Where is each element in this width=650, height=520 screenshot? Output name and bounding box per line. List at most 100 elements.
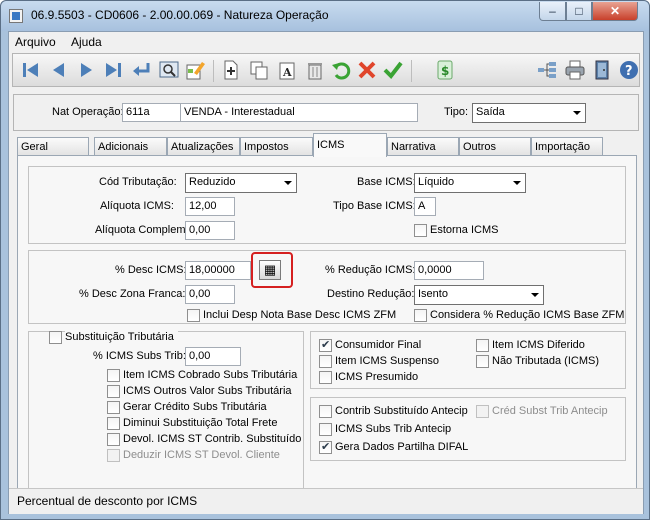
desc-zona-franca-field[interactable]: 0,00: [185, 285, 235, 304]
hierarchy-icon[interactable]: [535, 58, 559, 82]
estorna-icms-label: Estorna ICMS: [430, 224, 499, 236]
dollar-icon[interactable]: $: [433, 58, 457, 82]
zoom-icon[interactable]: [157, 58, 181, 82]
svg-text:$: $: [441, 64, 449, 78]
option-checkbox[interactable]: [319, 371, 332, 384]
cancel-icon[interactable]: [355, 58, 379, 82]
desc-icms-field[interactable]: 18,00000: [185, 261, 251, 280]
tab-importacao[interactable]: Importação: [531, 137, 603, 155]
option-label: Não Tributada (ICMS): [492, 355, 599, 367]
option-checkbox[interactable]: [319, 405, 332, 418]
nat-operacao-label: Nat Operação:: [52, 106, 124, 118]
option-checkbox[interactable]: [319, 355, 332, 368]
base-icms-label: Base ICMS:: [357, 176, 416, 188]
option-label: Gera Dados Partilha DIFAL: [335, 441, 469, 453]
option-checkbox[interactable]: [107, 385, 120, 398]
tab-adicionais[interactable]: Adicionais: [94, 137, 167, 155]
next-record-icon[interactable]: [74, 58, 98, 82]
cod-tributacao-label: Cód Tributação:: [99, 176, 177, 188]
option-checkbox[interactable]: [476, 339, 489, 352]
option-checkbox[interactable]: [107, 449, 120, 462]
first-record-icon[interactable]: [19, 58, 43, 82]
menu-arquivo[interactable]: Arquivo: [15, 35, 56, 49]
printer-icon[interactable]: [563, 58, 587, 82]
nat-operacao-desc-field[interactable]: VENDA - Interestadual: [180, 103, 418, 122]
menu-ajuda[interactable]: Ajuda: [71, 35, 102, 49]
text-format-icon[interactable]: A: [275, 58, 299, 82]
reducao-icms-label: % Redução ICMS:: [325, 264, 416, 276]
considera-reducao-checkbox[interactable]: [414, 309, 427, 322]
substituicao-tributaria-checkbox[interactable]: [49, 331, 62, 344]
status-text: Percentual de desconto por ICMS: [17, 494, 198, 508]
inclui-desp-checkbox[interactable]: [187, 309, 200, 322]
option-checkbox[interactable]: [319, 423, 332, 436]
option-label: ICMS Subs Trib Antecip: [335, 423, 452, 435]
confirm-icon[interactable]: [381, 58, 405, 82]
option-checkbox[interactable]: [107, 433, 120, 446]
option-checkbox[interactable]: [319, 338, 332, 352]
option-checkbox[interactable]: [107, 401, 120, 414]
cred-subst-label: Créd Subst Trib Antecip: [492, 405, 608, 417]
option-label: Contrib Substituído Antecip: [335, 405, 468, 417]
client-area: Arquivo Ajuda A $ ? Nat Operação: 611a V…: [8, 31, 644, 514]
svg-text:A: A: [282, 66, 292, 79]
substituicao-tributaria-label: Substituição Tributária: [65, 331, 178, 343]
chevron-down-icon: [284, 181, 292, 185]
new-document-icon[interactable]: [219, 58, 243, 82]
exit-door-icon[interactable]: [591, 58, 615, 82]
enter-icon[interactable]: [129, 58, 153, 82]
previous-record-icon[interactable]: [47, 58, 71, 82]
tab-atualizacoes[interactable]: Atualizações: [167, 137, 240, 155]
nat-operacao-code-field[interactable]: 611a: [122, 103, 182, 122]
tab-outros[interactable]: Outros: [459, 137, 531, 155]
inclui-desp-label: Inclui Desp Nota Base Desc ICMS ZFM: [203, 309, 397, 321]
cred-subst-checkbox[interactable]: [476, 405, 489, 418]
option-checkbox[interactable]: [476, 355, 489, 368]
chevron-down-icon: [573, 111, 581, 115]
reducao-icms-field[interactable]: 0,0000: [414, 261, 484, 280]
copy-icon[interactable]: [247, 58, 271, 82]
option-label: Diminui Substituição Total Frete: [123, 417, 278, 429]
trash-icon[interactable]: [303, 58, 327, 82]
option-checkbox[interactable]: [107, 417, 120, 430]
icms-tab-panel: Cód Tributação: Reduzido Alíquota ICMS: …: [17, 155, 637, 493]
icms-subs-trib-field[interactable]: 0,00: [185, 347, 241, 366]
option-checkbox[interactable]: [319, 440, 332, 454]
close-button[interactable]: ✕: [592, 2, 638, 21]
tipo-base-icms-field[interactable]: A: [414, 197, 436, 216]
desc-zona-franca-label: % Desc Zona Franca:: [79, 288, 186, 300]
tab-geral[interactable]: Geral: [17, 137, 89, 155]
cod-tributacao-select[interactable]: Reduzido: [185, 173, 297, 193]
considera-reducao-label: Considera % Redução ICMS Base ZFM: [430, 309, 625, 321]
edit-icon[interactable]: [183, 58, 207, 82]
destino-reducao-select[interactable]: Isento: [414, 285, 544, 305]
option-checkbox[interactable]: [107, 369, 120, 382]
maximize-button[interactable]: □: [566, 2, 592, 21]
tipo-select[interactable]: Saída: [472, 103, 586, 123]
tab-bar: Geral Adicionais Atualizações Impostos I…: [17, 132, 637, 157]
minimize-button[interactable]: –: [539, 2, 566, 21]
option-label: Item ICMS Cobrado Subs Tributária: [123, 369, 298, 381]
icms-desconto-group: % Desc ICMS: 18,00000 ▦ % Desc Zona Fran…: [28, 250, 626, 324]
estorna-icms-checkbox[interactable]: [414, 224, 427, 237]
icms-aliquota-group: Cód Tributação: Reduzido Alíquota ICMS: …: [28, 166, 626, 244]
destino-reducao-value: Isento: [418, 288, 448, 300]
option-label: Devol. ICMS ST Contrib. Substituído: [123, 433, 302, 445]
tab-icms[interactable]: ICMS: [313, 133, 387, 157]
last-record-icon[interactable]: [101, 58, 125, 82]
option-label: Deduzir ICMS ST Devol. Cliente: [123, 449, 280, 461]
option-label: Item ICMS Suspenso: [335, 355, 439, 367]
aliquota-complem-field[interactable]: 0,00: [185, 221, 235, 240]
base-icms-select[interactable]: Líquido: [414, 173, 526, 193]
undo-icon[interactable]: [329, 58, 353, 82]
window-title: 06.9.5503 - CD0606 - 2.00.00.069 - Natur…: [31, 8, 329, 22]
tipo-select-value: Saída: [476, 106, 505, 118]
title-bar[interactable]: 06.9.5503 - CD0606 - 2.00.00.069 - Natur…: [1, 1, 649, 31]
help-icon[interactable]: ?: [617, 58, 641, 82]
option-label: ICMS Outros Valor Subs Tributária: [123, 385, 292, 397]
aliquota-icms-field[interactable]: 12,00: [185, 197, 235, 216]
tab-narrativa[interactable]: Narrativa: [387, 137, 459, 155]
tab-impostos[interactable]: Impostos: [240, 137, 313, 155]
svg-text:?: ?: [625, 64, 633, 79]
antecip-group: Contrib Substituído Antecip ICMS Subs Tri…: [310, 397, 626, 461]
